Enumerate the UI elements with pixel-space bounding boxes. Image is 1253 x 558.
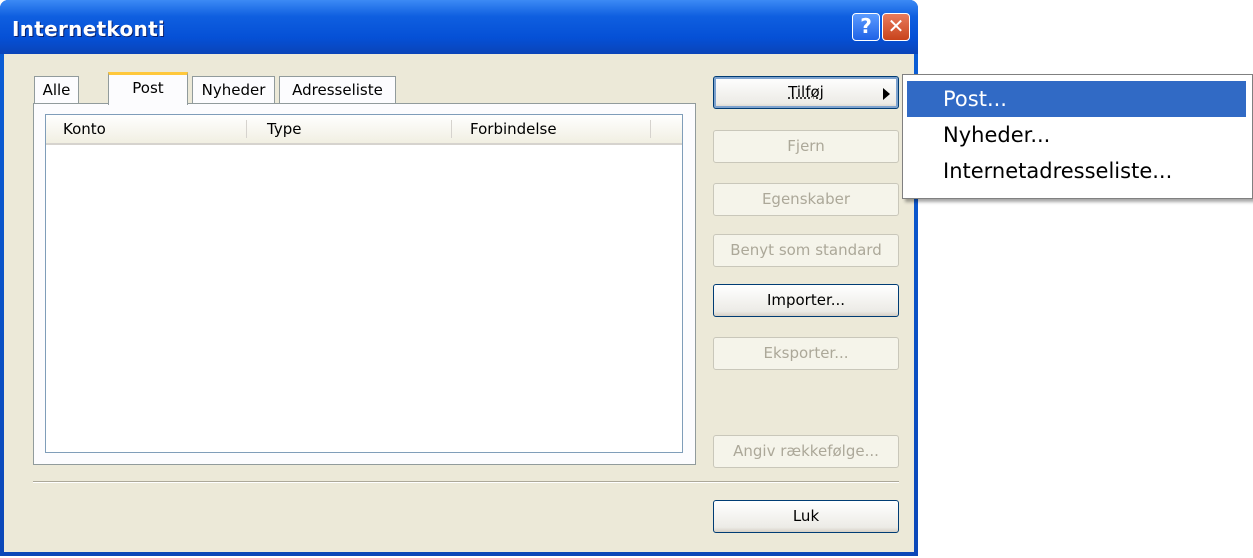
close-button[interactable]: Luk	[713, 500, 899, 533]
tab-label: Alle	[42, 81, 71, 99]
add-submenu: Post... Nyheder... Internetadresseliste.…	[902, 74, 1253, 199]
submenu-arrow-icon	[883, 88, 890, 100]
set-default-button-label: Benyt som standard	[730, 241, 882, 259]
properties-button[interactable]: Egenskaber	[713, 183, 899, 216]
tab-label: Post	[132, 79, 164, 97]
accounts-dialog: Internetkonti ? ✕ Alle Post Nyheder Adre…	[0, 0, 918, 556]
tab-all[interactable]: Alle	[34, 76, 79, 103]
help-icon: ?	[860, 14, 872, 38]
properties-button-label: Egenskaber	[761, 190, 851, 208]
accounts-list[interactable]: Konto Type Forbindelse	[45, 114, 683, 453]
remove-button-label: Fjern	[787, 137, 825, 155]
add-button-label: Tilføj	[788, 83, 824, 101]
window-title: Internetkonti	[12, 17, 166, 41]
tab-label: Nyheder	[201, 81, 266, 99]
menu-item-directory-service[interactable]: Internetadresseliste...	[907, 153, 1246, 189]
set-default-button[interactable]: Benyt som standard	[713, 234, 899, 267]
list-header: Konto Type Forbindelse	[46, 115, 682, 145]
menu-item-news[interactable]: Nyheder...	[907, 117, 1246, 153]
import-button[interactable]: Importer...	[713, 284, 899, 317]
close-window-button[interactable]: ✕	[882, 13, 910, 41]
add-button[interactable]: Tilføj	[713, 76, 899, 109]
close-icon: ✕	[887, 14, 905, 38]
tab-panel: Konto Type Forbindelse	[33, 103, 696, 465]
remove-button[interactable]: Fjern	[713, 130, 899, 163]
menu-item-mail[interactable]: Post...	[907, 81, 1246, 117]
title-bar[interactable]: Internetkonti ? ✕	[0, 0, 918, 54]
dialog-body: Alle Post Nyheder Adresseliste Konto Typ…	[4, 54, 914, 552]
column-header-account[interactable]: Konto	[63, 115, 106, 143]
column-divider[interactable]	[246, 120, 247, 138]
close-button-label: Luk	[792, 507, 820, 525]
set-order-button[interactable]: Angiv rækkefølge...	[713, 435, 899, 468]
tab-mail[interactable]: Post	[108, 72, 188, 105]
export-button[interactable]: Eksporter...	[713, 337, 899, 370]
column-header-type[interactable]: Type	[267, 115, 301, 143]
divider	[33, 481, 899, 483]
tab-news[interactable]: Nyheder	[192, 76, 275, 103]
column-divider[interactable]	[451, 120, 452, 138]
export-button-label: Eksporter...	[763, 344, 849, 362]
help-button[interactable]: ?	[852, 13, 880, 41]
column-divider[interactable]	[650, 120, 651, 138]
tab-address-list[interactable]: Adresseliste	[279, 76, 396, 103]
set-order-button-label: Angiv rækkefølge...	[733, 442, 879, 460]
tab-label: Adresseliste	[292, 81, 383, 99]
column-header-connection[interactable]: Forbindelse	[470, 115, 557, 143]
import-button-label: Importer...	[766, 291, 846, 309]
